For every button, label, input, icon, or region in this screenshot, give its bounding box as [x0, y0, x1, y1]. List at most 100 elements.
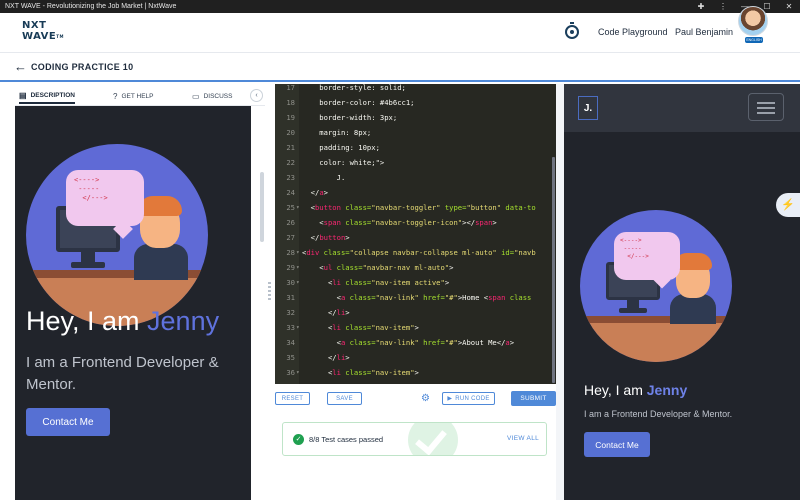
stopwatch-icon[interactable] — [565, 22, 579, 39]
tab-discuss[interactable]: ▭ DISCUSS — [192, 88, 232, 104]
code-line[interactable]: 33 ▾ <li class="nav-item"> — [275, 320, 556, 335]
code-token: data-to — [501, 203, 536, 212]
code-token: padding: 10px; — [302, 143, 380, 152]
code-text: border-style: solid; — [302, 84, 406, 95]
code-playground-link[interactable]: Code Playground — [598, 27, 668, 37]
output-preview: J. <----> ----- </---> Hey, I am Jenny I… — [564, 84, 800, 500]
code-text: margin: 8px; — [302, 125, 371, 140]
panel-resize-handle[interactable] — [268, 282, 271, 302]
back-arrow-icon[interactable]: ← — [14, 59, 27, 74]
code-line[interactable]: 25 ▾ <button class="navbar-toggler" type=… — [275, 200, 556, 215]
code-text: <li class="nav-item active"> — [302, 275, 449, 290]
code-line[interactable]: 19 border-width: 3px; — [275, 110, 556, 125]
code-line[interactable]: 31 <a class="nav-link" href="#">Home <sp… — [275, 290, 556, 305]
code-token: li — [332, 278, 341, 287]
code-token: J. — [302, 173, 346, 182]
side-widget-icon[interactable]: ⚡ — [776, 193, 800, 217]
code-line[interactable]: 24 </a> — [275, 185, 556, 200]
collapse-panel-button[interactable]: ‹ — [250, 89, 263, 102]
code-line[interactable]: 30 ▾ <li class="nav-item active"> — [275, 275, 556, 290]
code-token: span — [323, 218, 341, 227]
line-number: 25 — [286, 203, 295, 212]
code-token: span — [488, 293, 506, 302]
code-line[interactable]: 27 </button> — [275, 230, 556, 245]
code-line[interactable]: 29 ▾ <ul class="navbar-nav ml-auto"> — [275, 260, 556, 275]
code-token: < — [302, 338, 341, 347]
fold-toggle-icon[interactable]: ▾ — [296, 320, 301, 335]
code-line[interactable]: 23 J. — [275, 170, 556, 185]
settings-gear-icon[interactable]: ⚙ — [421, 393, 430, 404]
preview-brand[interactable]: J. — [578, 96, 598, 120]
code-line[interactable]: 35 </li> — [275, 350, 556, 365]
fold-toggle-icon[interactable]: ▾ — [296, 200, 301, 215]
code-line[interactable]: 26 <span class="navbar-toggler-icon"></s… — [275, 215, 556, 230]
preview-contact-me-button[interactable]: Contact Me — [584, 432, 650, 457]
speech-bubble-code: <----> ----- </---> — [74, 176, 108, 202]
code-line[interactable]: 18 border-color: #4b6cc1; — [275, 95, 556, 110]
code-token: < — [302, 218, 324, 227]
code-token: "#" — [444, 293, 458, 302]
preview-divider[interactable] — [556, 84, 564, 500]
code-text: J. — [302, 170, 346, 185]
preview-person-body — [670, 294, 716, 324]
code-editor[interactable]: 17 border-style: solid; 18 border-color: … — [275, 84, 556, 384]
code-line[interactable]: 34 <a class="nav-link" href="#">About Me… — [275, 335, 556, 350]
logo-line1: NXT — [22, 20, 47, 31]
code-token: "button" — [466, 203, 502, 212]
code-line[interactable]: 36 ▾ <li class="nav-item"> — [275, 365, 556, 380]
user-avatar[interactable] — [738, 6, 768, 36]
save-button[interactable]: SAVE — [327, 392, 362, 405]
hero-heading-prefix: Hey, I am — [26, 306, 148, 336]
close-window-button[interactable]: ✕ — [778, 0, 800, 13]
user-name[interactable]: Paul Benjamin — [675, 27, 733, 37]
more-options-icon[interactable]: ⋮ — [712, 0, 734, 13]
line-number: 23 — [286, 173, 295, 182]
code-line[interactable]: 28 ▾ <div class="collapse navbar-collapse … — [275, 245, 556, 260]
chat-icon: ▭ — [192, 91, 200, 101]
code-line[interactable]: 22 color: white;"> — [275, 155, 556, 170]
code-line[interactable]: 20 margin: 8px; — [275, 125, 556, 140]
tab-description[interactable]: ▤ DESCRIPTION — [19, 88, 75, 104]
tab-get-help[interactable]: ? GET HELP — [113, 88, 153, 104]
submit-button[interactable]: SUBMIT — [511, 391, 556, 406]
code-text: </button> — [302, 230, 350, 245]
code-token: < — [302, 323, 333, 332]
fold-toggle-icon[interactable]: ▾ — [296, 365, 301, 380]
preview-speech-bubble-code: <----> ----- </---> — [620, 237, 649, 260]
code-token: > — [345, 233, 350, 242]
extensions-icon[interactable]: ✚ — [690, 0, 712, 13]
fold-toggle-icon[interactable]: ▾ — [296, 275, 301, 290]
run-code-button[interactable]: ▶ RUN CODE — [442, 392, 495, 405]
view-all-link[interactable]: VIEW ALL — [507, 435, 539, 442]
code-token: "navbar-toggler-icon" — [371, 218, 463, 227]
window-title: NXT WAVE - Revolutionizing the Job Marke… — [5, 3, 177, 10]
code-text: <a class="nav-link" href="#">About Me</a… — [302, 335, 514, 350]
code-token: class= — [340, 323, 372, 332]
code-token: button — [314, 203, 341, 212]
editor-scrollbar[interactable] — [552, 157, 555, 383]
code-token: href= — [418, 293, 445, 302]
code-token: </ — [302, 308, 337, 317]
line-number: 36 — [286, 368, 295, 377]
code-token: > — [414, 368, 419, 377]
line-number: 27 — [286, 233, 295, 242]
hero-subtitle: I am a Frontend Developer & Mentor. — [26, 354, 219, 393]
description-scrollbar[interactable] — [260, 172, 264, 242]
nxtwave-logo[interactable]: NXT WAVETM — [22, 20, 68, 48]
code-token: < — [302, 263, 324, 272]
code-token: class= — [345, 338, 376, 347]
code-line[interactable]: 32 </li> — [275, 305, 556, 320]
hamburger-menu-icon[interactable] — [748, 93, 784, 121]
code-line[interactable]: 21 padding: 10px; — [275, 140, 556, 155]
hero-heading-name: Jenny — [147, 306, 220, 336]
code-text: </li> — [302, 305, 350, 320]
code-text: <ul class="navbar-nav ml-auto"> — [302, 260, 453, 275]
preview-heading-name: Jenny — [646, 382, 688, 398]
reset-button[interactable]: RESET — [275, 392, 310, 405]
help-icon: ? — [113, 91, 118, 101]
fold-toggle-icon[interactable]: ▾ — [296, 245, 301, 260]
contact-me-button[interactable]: Contact Me — [26, 408, 110, 436]
code-line[interactable]: 17 border-style: solid; — [275, 84, 556, 95]
fold-toggle-icon[interactable]: ▾ — [296, 260, 301, 275]
code-token: > — [444, 278, 450, 287]
